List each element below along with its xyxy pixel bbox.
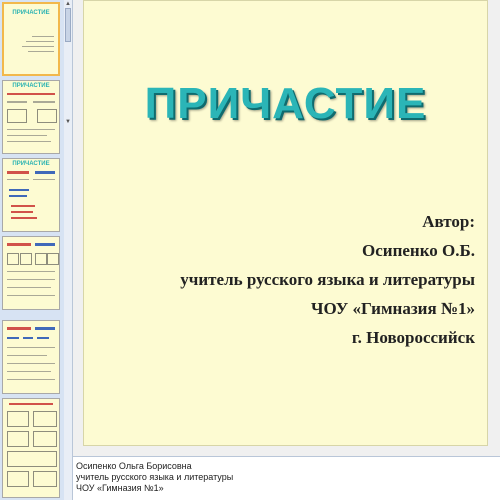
- thumbnail-text-line: [32, 36, 54, 37]
- thumbnail-text-line: [35, 243, 55, 246]
- scrollbar-thumb[interactable]: [65, 8, 71, 42]
- thumbnail-text-line: [7, 279, 55, 280]
- thumbnail-text-line: [7, 171, 29, 174]
- author-line-position: учитель русского языка и литературы: [180, 270, 475, 289]
- thumbnail-text-line: [33, 179, 55, 180]
- thumbnail-text-line: [9, 195, 27, 197]
- author-textbox[interactable]: Автор: Осипенко О.Б. учитель русского яз…: [180, 207, 475, 352]
- thumbnail-text-line: [33, 101, 55, 103]
- thumbnail-text-line: [7, 101, 27, 103]
- author-line-city: г. Новороссийск: [351, 328, 475, 347]
- thumbnail-text-line: [9, 189, 29, 191]
- notes-line: Осипенко Ольга Борисовна: [76, 461, 192, 471]
- thumbnail-text-line: [22, 46, 54, 47]
- thumbnail-box: [47, 253, 59, 265]
- author-line-name: Осипенко О.Б.: [362, 241, 475, 260]
- thumbnail-text-line: [7, 371, 51, 372]
- slide-thumbnail-6[interactable]: [2, 398, 60, 498]
- thumbnail-title: ПРИЧАСТИЕ: [12, 161, 50, 167]
- author-line-school: ЧОУ «Гимназия №1»: [311, 299, 475, 318]
- thumbnail-text-line: [7, 135, 47, 136]
- thumbnail-box: [20, 253, 32, 265]
- slide-thumbnail-4[interactable]: [2, 236, 60, 310]
- thumbnail-text-line: [35, 327, 55, 330]
- thumbnail-text-line: [7, 243, 31, 246]
- thumbnail-text-line: [35, 171, 55, 174]
- thumbnail-text-line: [7, 295, 55, 296]
- slide-editor-area: ПРИЧАСТИЕ Автор: Осипенко О.Б. учитель р…: [73, 0, 500, 456]
- thumbnail-text-line: [7, 141, 51, 142]
- thumbnail-box: [33, 411, 57, 427]
- notes-pane[interactable]: Осипенко Ольга Борисовна учитель русског…: [73, 456, 500, 501]
- current-slide[interactable]: ПРИЧАСТИЕ Автор: Осипенко О.Б. учитель р…: [83, 0, 488, 446]
- thumbnail-box: [35, 253, 47, 265]
- thumbnail-text-line: [26, 41, 54, 42]
- thumbnail-box: [7, 411, 29, 427]
- scroll-down-arrow-icon[interactable]: ▼: [64, 118, 72, 126]
- thumbnail-text-line: [11, 211, 33, 213]
- thumbnail-box: [7, 471, 29, 487]
- thumbnail-scrollbar[interactable]: ▲ ▼: [64, 0, 73, 500]
- thumbnail-text-line: [9, 403, 53, 405]
- thumbnail-title: ПРИЧАСТИЕ: [12, 83, 50, 89]
- slide-thumbnail-1[interactable]: ПРИЧАСТИЕ: [2, 2, 60, 76]
- thumbnail-text-line: [11, 217, 37, 219]
- thumbnail-title: ПРИЧАСТИЕ: [12, 10, 50, 16]
- thumbnail-box: [33, 471, 57, 487]
- notes-line: ЧОУ «Гимназия №1»: [76, 483, 164, 493]
- thumbnail-text-line: [7, 379, 55, 380]
- thumbnail-text-line: [7, 355, 47, 356]
- slide-title[interactable]: ПРИЧАСТИЕ: [84, 79, 487, 129]
- slide-thumbnail-5[interactable]: [2, 320, 60, 394]
- slide-thumbnail-2[interactable]: ПРИЧАСТИЕ: [2, 80, 60, 154]
- author-line-heading: Автор:: [422, 212, 475, 231]
- thumbnail-box: [7, 431, 29, 447]
- thumbnail-text-line: [23, 337, 33, 339]
- thumbnail-text-line: [7, 347, 55, 348]
- thumbnail-text-line: [7, 129, 55, 130]
- thumbnail-text-line: [7, 179, 29, 180]
- thumbnail-text-line: [7, 327, 31, 330]
- thumbnail-box: [7, 109, 27, 123]
- slide-thumbnail-panel: ПРИЧАСТИЕ ПРИЧАСТИЕ ПРИЧАСТИЕ: [0, 0, 65, 500]
- thumbnail-box: [7, 451, 57, 467]
- thumbnail-box: [33, 431, 57, 447]
- notes-line: учитель русского языка и литературы: [76, 472, 234, 482]
- thumbnail-text-line: [7, 271, 55, 272]
- thumbnail-text-line: [28, 51, 54, 52]
- thumbnail-text-line: [7, 93, 55, 95]
- scroll-up-arrow-icon[interactable]: ▲: [64, 0, 72, 8]
- thumbnail-text-line: [7, 337, 19, 339]
- slide-thumbnail-3[interactable]: ПРИЧАСТИЕ: [2, 158, 60, 232]
- thumbnail-text-line: [7, 287, 51, 288]
- thumbnail-text-line: [37, 337, 49, 339]
- thumbnail-text-line: [11, 205, 35, 207]
- thumbnail-text-line: [7, 363, 55, 364]
- thumbnail-box: [37, 109, 57, 123]
- thumbnail-box: [7, 253, 19, 265]
